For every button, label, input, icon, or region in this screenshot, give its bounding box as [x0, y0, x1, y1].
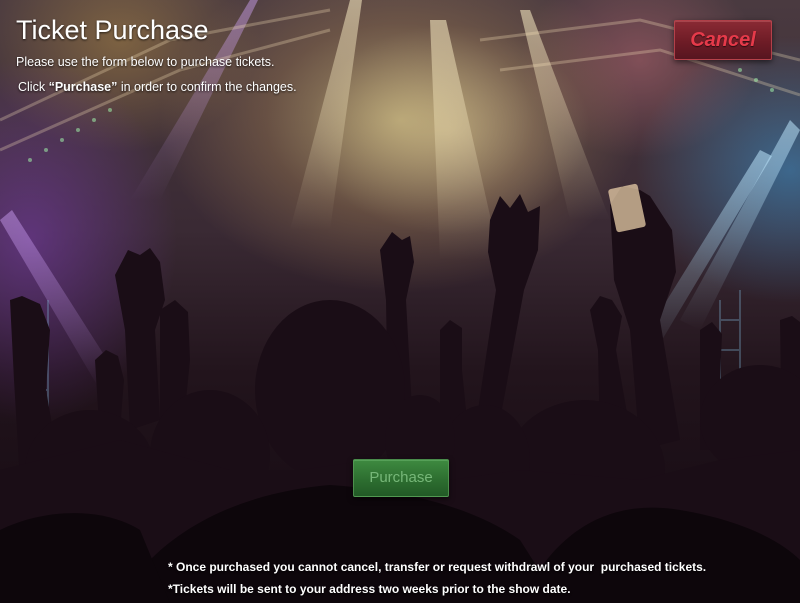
delivery-note: *Tickets will be sent to your address tw… [168, 582, 571, 596]
instruction-emphasis: “Purchase” [48, 80, 118, 94]
instruction-prefix: Click [18, 80, 49, 94]
instruction-text: Click “Purchase” in order to confirm the… [18, 78, 297, 96]
intro-text: Please use the form below to purchase ti… [16, 55, 275, 69]
concert-crowd-background: Ticket Purchase Please use the form belo… [0, 0, 800, 603]
purchase-button[interactable]: Purchase [353, 459, 449, 497]
page-title: Ticket Purchase [16, 15, 209, 45]
purchase-policy-note: * Once purchased you cannot cancel, tran… [168, 560, 707, 574]
instruction-suffix: in order to confirm the changes. [117, 80, 297, 94]
cancel-button[interactable]: Cancel [674, 20, 772, 60]
